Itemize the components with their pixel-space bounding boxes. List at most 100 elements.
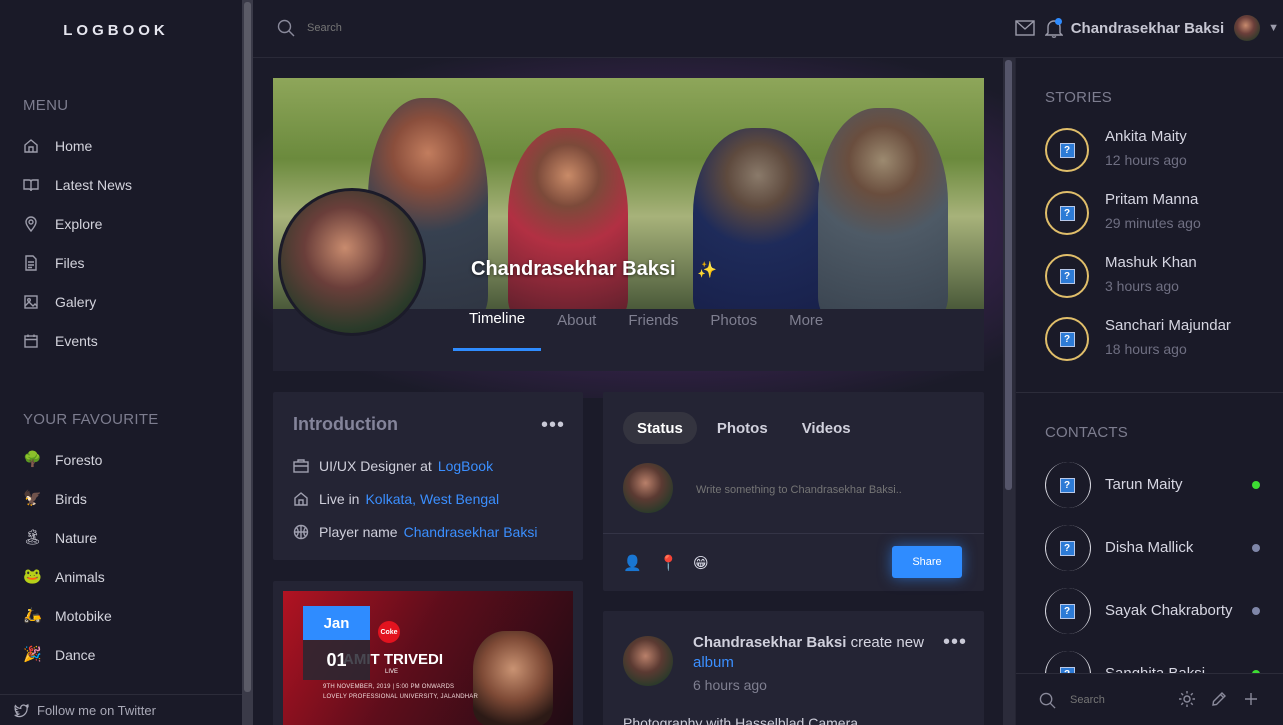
nav-label: Events	[55, 333, 98, 349]
home-icon	[294, 492, 308, 506]
nav-item-events[interactable]: Events	[23, 329, 98, 353]
fav-item-nature[interactable]: 🏝 Nature	[23, 526, 97, 550]
intro-link[interactable]: Chandrasekhar Baksi	[404, 524, 538, 540]
contact-item[interactable]: ? Sayak Chakraborty	[1045, 588, 1260, 634]
fav-label: Birds	[55, 491, 87, 507]
fav-item-animals[interactable]: 🐸 Animals	[23, 565, 105, 589]
post-link[interactable]: album	[693, 654, 734, 671]
post-author[interactable]: Chandrasekhar Baksi	[693, 634, 846, 651]
intro-row-player: Player name Chandrasekhar Baksi	[293, 524, 537, 540]
more-options-icon[interactable]: •••	[943, 632, 967, 652]
story-item[interactable]: ? Ankita Maity 12 hours ago	[1045, 126, 1275, 174]
frog-icon: 🐸	[23, 568, 42, 585]
tab-about[interactable]: About	[541, 289, 612, 351]
intro-link[interactable]: Kolkata, West Bengal	[365, 491, 499, 507]
scrollbar-thumb[interactable]	[1005, 60, 1012, 490]
home-icon	[23, 138, 39, 154]
nav-item-home[interactable]: Home	[23, 134, 92, 158]
notification-bell[interactable]	[1044, 18, 1064, 38]
contact-item[interactable]: ? Disha Mallick	[1045, 525, 1260, 571]
nav-item-galery[interactable]: Galery	[23, 290, 96, 314]
footer-actions	[1178, 690, 1260, 708]
story-item[interactable]: ? Sanchari Majundar 18 hours ago	[1045, 315, 1275, 363]
story-time: 29 minutes ago	[1105, 215, 1201, 231]
status-input[interactable]	[696, 484, 946, 496]
tab-more[interactable]: More	[773, 289, 839, 351]
story-name: Pritam Manna	[1105, 191, 1199, 208]
plus-icon[interactable]	[1242, 690, 1260, 708]
placeholder-image-icon: ?	[1059, 540, 1075, 556]
chevron-down-icon[interactable]: ▼	[1268, 22, 1279, 34]
avatar[interactable]	[623, 636, 673, 686]
search-input[interactable]	[307, 22, 607, 34]
main-scrollbar[interactable]	[1003, 58, 1015, 725]
contact-search-input[interactable]	[1070, 694, 1160, 706]
fav-label: Motobike	[55, 608, 112, 624]
tab-status[interactable]: Status	[623, 412, 697, 444]
tab-videos[interactable]: Videos	[788, 412, 865, 444]
nav-item-explore[interactable]: Explore	[23, 212, 102, 236]
event-card[interactable]: Coke AMIT TRIVEDI LIVE 9TH NOVEMBER, 201…	[273, 581, 583, 725]
mail-icon[interactable]	[1015, 20, 1035, 36]
stories-title: STORIES	[1045, 89, 1112, 106]
nav-label: Home	[55, 138, 93, 154]
app-logo[interactable]: LOGBOOK	[0, 22, 232, 39]
fav-item-birds[interactable]: 🦅 Birds	[23, 487, 87, 511]
tab-friends[interactable]: Friends	[612, 289, 694, 351]
contact-item[interactable]: ? Tarun Maity	[1045, 462, 1260, 508]
profile-name: Chandrasekhar Baksi	[471, 258, 676, 280]
profile-avatar[interactable]	[278, 188, 426, 336]
story-time: 18 hours ago	[1105, 341, 1187, 357]
tag-person-icon[interactable]: 👤	[623, 554, 642, 572]
search-icon[interactable]	[277, 19, 295, 37]
twitter-icon	[14, 703, 29, 717]
map-pin-icon	[23, 216, 39, 232]
contact-avatar: ?	[1045, 462, 1091, 508]
tab-photos[interactable]: Photos	[703, 412, 782, 444]
fav-label: Animals	[55, 569, 105, 585]
story-item[interactable]: ? Pritam Manna 29 minutes ago	[1045, 189, 1275, 237]
tab-photos[interactable]: Photos	[694, 289, 773, 351]
avatar[interactable]	[1234, 15, 1261, 41]
party-icon: 🎉	[23, 646, 42, 663]
intro-link[interactable]: LogBook	[438, 458, 493, 474]
offline-status-dot	[1252, 544, 1260, 552]
sidebar-divider	[1016, 392, 1283, 393]
twitter-follow-link[interactable]: Follow me on Twitter	[0, 694, 242, 725]
top-bar: Chandrasekhar Baksi ▼	[253, 0, 1283, 58]
fav-item-foresto[interactable]: 🌳 Foresto	[23, 448, 102, 472]
left-scrollbar[interactable]	[242, 0, 253, 725]
composer-divider	[603, 533, 984, 534]
sparkle-icon: ✨	[697, 262, 717, 279]
contact-name: Tarun Maity	[1105, 476, 1183, 493]
location-icon[interactable]: 📍	[659, 554, 678, 572]
fav-item-motobike[interactable]: 🛵 Motobike	[23, 604, 112, 628]
tab-timeline[interactable]: Timeline	[453, 289, 542, 351]
contact-avatar: ?	[1045, 588, 1091, 634]
file-icon	[23, 255, 39, 271]
search-icon[interactable]	[1039, 692, 1056, 709]
fav-label: Dance	[55, 647, 96, 663]
notification-badge	[1054, 18, 1062, 25]
gear-icon[interactable]	[1178, 690, 1196, 708]
left-sidebar: LOGBOOK MENU Home Latest News Explore Fi…	[0, 0, 242, 725]
more-options-icon[interactable]: •••	[541, 415, 565, 435]
fav-item-dance[interactable]: 🎉 Dance	[23, 643, 95, 667]
emoji-icon[interactable]: 😁	[693, 554, 709, 572]
post-card: Chandrasekhar Baksi create new album •••…	[603, 611, 984, 725]
intro-card: Introduction ••• UI/UX Designer at LogBo…	[273, 392, 583, 560]
intro-text: UI/UX Designer at	[319, 458, 432, 474]
placeholder-image-icon: ?	[1059, 142, 1075, 158]
scrollbar-thumb[interactable]	[244, 2, 251, 692]
share-button[interactable]: Share	[892, 546, 962, 578]
user-name[interactable]: Chandrasekhar Baksi	[1071, 20, 1224, 37]
story-item[interactable]: ? Mashuk Khan 3 hours ago	[1045, 252, 1275, 300]
calendar-icon	[23, 333, 39, 349]
nav-label: Files	[55, 255, 85, 271]
nav-item-latest-news[interactable]: Latest News	[23, 173, 132, 197]
contact-name: Disha Mallick	[1105, 539, 1194, 556]
nav-item-files[interactable]: Files	[23, 251, 85, 275]
story-avatar: ?	[1045, 128, 1089, 172]
contacts-title: CONTACTS	[1045, 424, 1128, 441]
edit-icon[interactable]	[1210, 690, 1228, 708]
